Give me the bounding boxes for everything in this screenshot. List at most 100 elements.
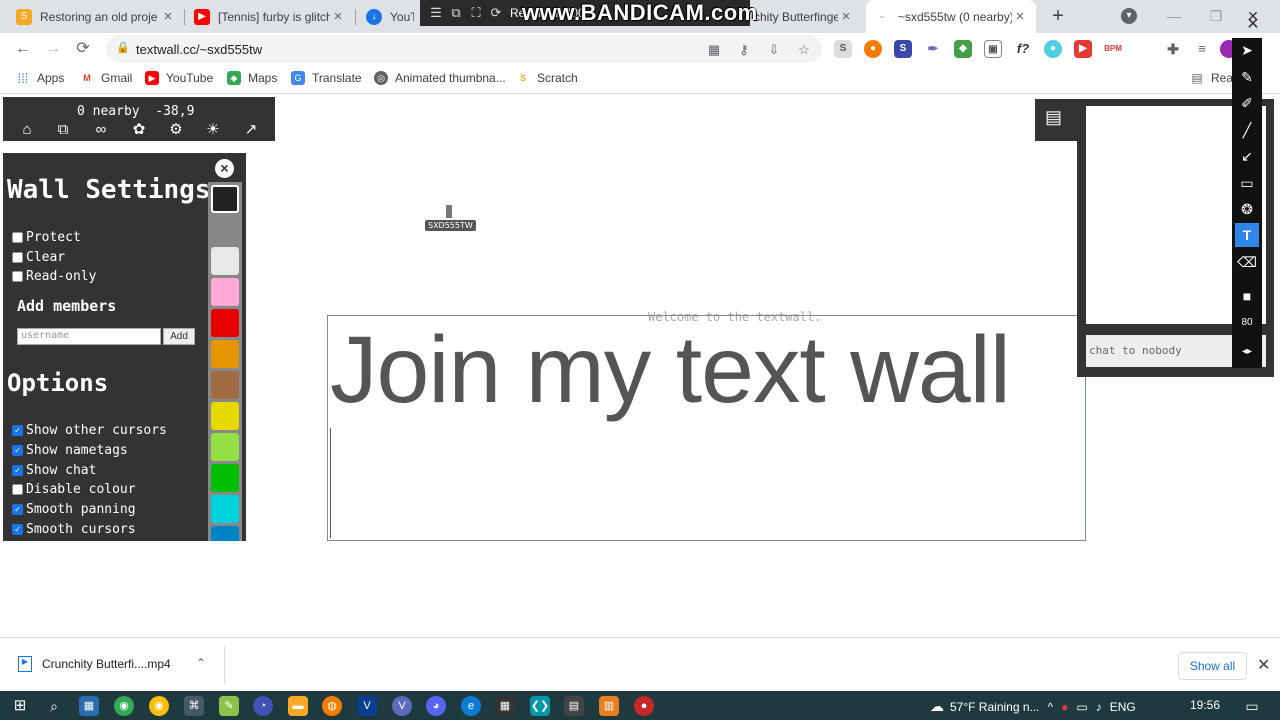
- checkbox[interactable]: [12, 484, 23, 495]
- color-swatch[interactable]: [211, 278, 239, 306]
- chevron-up-icon[interactable]: ^: [1048, 700, 1054, 714]
- checkbox[interactable]: [12, 271, 23, 282]
- close-tab-icon[interactable]: ×: [1012, 8, 1028, 25]
- text-selection-box[interactable]: Join my text wall: [327, 315, 1086, 541]
- chrome-canary-icon[interactable]: ◉: [149, 696, 169, 716]
- arrow-icon[interactable]: ↙: [1235, 144, 1259, 168]
- color-swatch[interactable]: [211, 216, 239, 244]
- extension-red-icon[interactable]: ▶: [1074, 40, 1092, 58]
- add-member-button[interactable]: Add: [163, 328, 195, 345]
- checkbox[interactable]: ✓: [12, 445, 23, 456]
- clock[interactable]: 19:56: [1190, 698, 1220, 712]
- extension-s2-icon[interactable]: S: [894, 40, 912, 58]
- bookmark-translate[interactable]: G Translate: [291, 71, 362, 85]
- color-swatch[interactable]: [211, 495, 239, 523]
- arrow-up-right-icon[interactable]: ↗: [241, 121, 261, 139]
- extension-s-icon[interactable]: S: [834, 40, 852, 58]
- color-square-icon[interactable]: ■: [1235, 284, 1259, 308]
- close-tab-icon[interactable]: ×: [838, 8, 854, 25]
- color-swatch[interactable]: [211, 402, 239, 430]
- checkbox[interactable]: ✓: [12, 465, 23, 476]
- network-icon[interactable]: ▭: [1076, 700, 1087, 714]
- language-indicator[interactable]: ENG: [1110, 700, 1136, 714]
- brightness-icon[interactable]: ☀: [203, 121, 223, 139]
- chat-app-icon[interactable]: ◔: [253, 696, 273, 716]
- color-swatch-selected[interactable]: [211, 185, 239, 213]
- app-icon[interactable]: ⌘: [184, 696, 204, 716]
- pen-icon[interactable]: ✎: [1235, 65, 1259, 89]
- bookmark-gmail[interactable]: M Gmail: [80, 71, 132, 85]
- option-smooth-cursors[interactable]: ✓ Smooth cursors: [12, 522, 136, 537]
- eraser-icon[interactable]: ⌫: [1235, 250, 1259, 274]
- weather-text[interactable]: 57°F Raining n...: [950, 700, 1040, 714]
- option-smooth-panning[interactable]: ✓ Smooth panning: [12, 502, 136, 517]
- media-control-icon[interactable]: ≡: [1193, 40, 1211, 58]
- tab-search-icon[interactable]: ▾: [1121, 8, 1137, 24]
- bookmark-maps[interactable]: ◆ Maps: [227, 71, 277, 85]
- extension-bpm-icon[interactable]: BPM: [1104, 40, 1122, 58]
- file-explorer-icon[interactable]: ▬: [288, 696, 308, 716]
- link-icon[interactable]: ∞: [91, 121, 111, 139]
- color-swatch[interactable]: [211, 247, 239, 275]
- font-identify-icon[interactable]: f?: [1014, 40, 1032, 58]
- rectangle-icon[interactable]: ▭: [1235, 171, 1259, 195]
- read-only-checkbox[interactable]: Read-only: [12, 269, 96, 284]
- menu-icon[interactable]: ☰: [426, 5, 446, 21]
- close-tab-icon[interactable]: ×: [330, 8, 346, 25]
- expand-icon[interactable]: ◂▸: [1235, 340, 1259, 364]
- home-icon[interactable]: ⌂: [17, 121, 37, 139]
- url-text[interactable]: textwall.cc/~sxd555tw: [136, 42, 262, 57]
- bookmark-apps[interactable]: ⁞⁞⁞ Apps: [16, 71, 64, 86]
- chrome-icon[interactable]: ◉: [114, 696, 134, 716]
- grid-app-icon[interactable]: ▦: [495, 696, 515, 716]
- bookmark-youtube[interactable]: ▶ YouTube: [145, 71, 213, 85]
- close-tab-icon[interactable]: ×: [160, 8, 176, 25]
- checkbox[interactable]: [12, 252, 23, 263]
- lock-icon[interactable]: 🔒: [116, 41, 130, 55]
- color-swatch[interactable]: [211, 526, 239, 541]
- bookmark-animated-thumbnail[interactable]: ◎ Animated thumbna...: [374, 71, 506, 85]
- checkbox[interactable]: [12, 232, 23, 243]
- color-swatch[interactable]: [211, 464, 239, 492]
- windows-start-icon[interactable]: ⊞: [10, 696, 30, 716]
- qr-code-icon[interactable]: ▦: [705, 41, 723, 59]
- key-icon[interactable]: ⚷: [735, 41, 753, 59]
- download-item[interactable]: ▶ Crunchity Butterfi....mp4: [18, 656, 171, 672]
- screenshot-icon[interactable]: ▣: [984, 40, 1002, 58]
- code-editor-icon[interactable]: V: [357, 696, 377, 716]
- color-swatch[interactable]: [211, 433, 239, 461]
- copy-icon[interactable]: ⧉: [53, 121, 73, 139]
- cursor-arrow-icon[interactable]: ➤: [1235, 38, 1259, 62]
- tab-active-textwall[interactable]: ~ ~sxd555tw (0 nearby) ×: [866, 0, 1036, 33]
- checkbox[interactable]: ✓: [12, 504, 23, 515]
- search-icon[interactable]: ⌕: [44, 696, 64, 716]
- restore-icon[interactable]: ❐: [1204, 4, 1228, 28]
- brush-size-value[interactable]: 80: [1235, 311, 1259, 335]
- clear-checkbox[interactable]: Clear: [12, 250, 65, 265]
- bookmark-star-icon[interactable]: ☆: [795, 41, 813, 59]
- vpn-icon[interactable]: V: [392, 696, 412, 716]
- textwall-page[interactable]: 0 nearby -38,9 ⌂ ⧉ ∞ ✿ ⚙ ☀ ↗ Wall Settin…: [0, 95, 1280, 637]
- tab-4[interactable]: chity Butterfinge ×: [752, 0, 862, 33]
- palette-icon[interactable]: ✿: [129, 121, 149, 139]
- notifications-icon[interactable]: ▭: [1242, 696, 1262, 716]
- show-all-button[interactable]: Show all: [1178, 652, 1247, 680]
- discord-icon[interactable]: ◕: [426, 696, 446, 716]
- tab-2[interactable]: ▶ [Tennis] furby is glitch ×: [186, 0, 354, 33]
- blender-icon[interactable]: ◍: [322, 696, 342, 716]
- highlighter-icon[interactable]: ✐: [1235, 91, 1259, 115]
- address-bar[interactable]: 🔒 textwall.cc/~sxd555tw ▦ ⚷ ⇩ ☆: [106, 35, 822, 63]
- reading-list[interactable]: ▤ Rea: [1190, 71, 1233, 85]
- text-tool-icon[interactable]: T: [1235, 223, 1259, 247]
- task-view-icon[interactable]: ▦: [79, 696, 99, 716]
- color-swatch[interactable]: [211, 371, 239, 399]
- option-show-other-cursors[interactable]: ✓ Show other cursors: [12, 423, 167, 438]
- notes-icon[interactable]: ✎: [219, 696, 239, 716]
- record-tray-icon[interactable]: ●: [1061, 700, 1068, 714]
- close-icon[interactable]: ✕: [1257, 655, 1270, 675]
- close-icon[interactable]: ✕: [1244, 16, 1262, 34]
- extension-cyan-icon[interactable]: ●: [1044, 40, 1062, 58]
- tab-3[interactable]: ↓ YouTu: [358, 0, 422, 33]
- option-show-chat[interactable]: ✓ Show chat: [12, 463, 96, 478]
- extension-orange-icon[interactable]: ●: [864, 40, 882, 58]
